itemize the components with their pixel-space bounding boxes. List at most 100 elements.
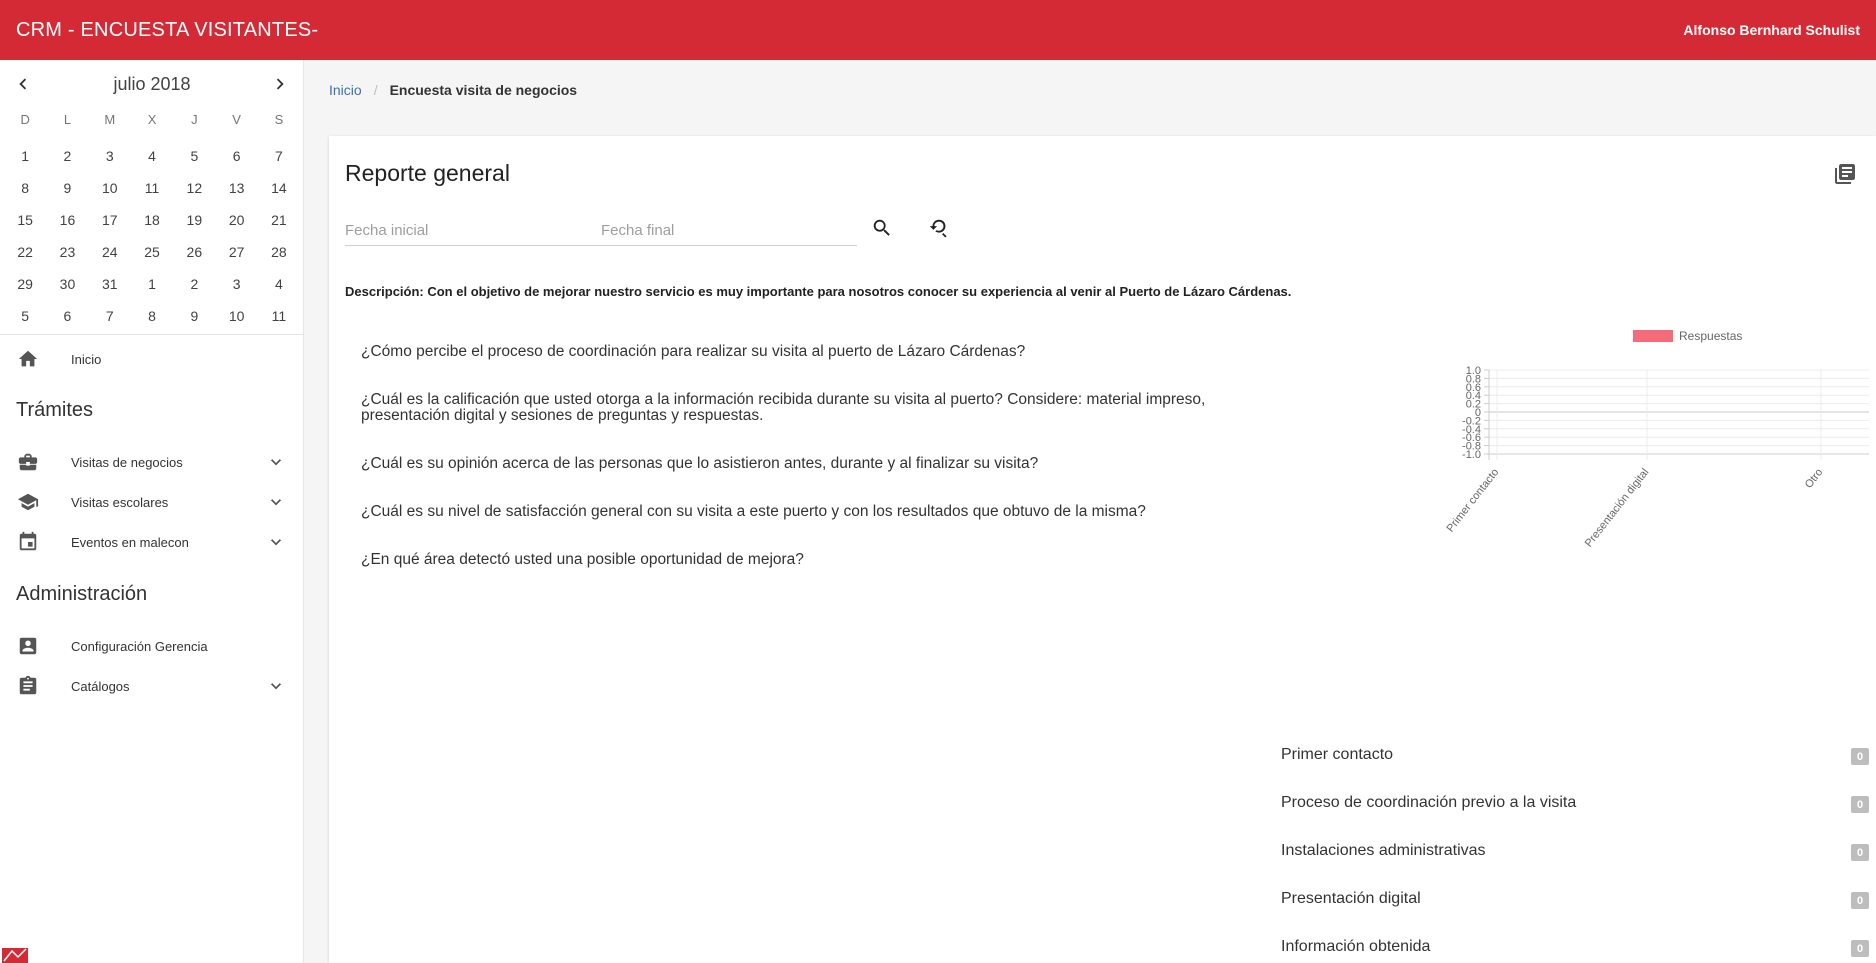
calendar-day[interactable]: 25 bbox=[131, 236, 173, 268]
chevron-down-icon bbox=[271, 459, 281, 466]
count-label: Proceso de coordinación previo a la visi… bbox=[1281, 794, 1577, 811]
home-icon bbox=[18, 350, 38, 367]
calendar-day[interactable]: 4 bbox=[258, 268, 300, 300]
calendar-day[interactable]: 2 bbox=[46, 140, 88, 172]
calendar-day[interactable]: 10 bbox=[89, 172, 131, 204]
app-title: CRM - ENCUESTA VISITANTES- bbox=[16, 18, 319, 41]
calendar-day[interactable]: 11 bbox=[258, 300, 300, 332]
calendar-day[interactable]: 21 bbox=[258, 204, 300, 236]
calendar-next-button[interactable] bbox=[266, 70, 294, 98]
count-row[interactable]: Proceso de coordinación previo a la visi… bbox=[1281, 784, 1869, 832]
chevron-down-icon bbox=[271, 499, 281, 506]
question-item: ¿Cómo percibe el proceso de coordinación… bbox=[361, 343, 1026, 360]
calendar-day[interactable]: 26 bbox=[173, 236, 215, 268]
breadcrumb-home-link[interactable]: Inicio bbox=[329, 82, 362, 98]
sidebar-item-visitas-negocios[interactable]: Visitas de negocios bbox=[0, 442, 304, 482]
calendar-day[interactable]: 28 bbox=[258, 236, 300, 268]
search-button[interactable] bbox=[868, 214, 896, 242]
calendar-day[interactable]: 7 bbox=[258, 140, 300, 172]
section-title-tramites: Trámites bbox=[16, 399, 94, 421]
calendar-day[interactable]: 1 bbox=[131, 268, 173, 300]
calendar-day[interactable]: 9 bbox=[173, 300, 215, 332]
calendar-day[interactable]: 5 bbox=[4, 300, 46, 332]
calendar-day[interactable]: 13 bbox=[215, 172, 257, 204]
end-date-input[interactable] bbox=[601, 210, 857, 245]
sidebar-item-eventos-malecon[interactable]: Eventos en malecon bbox=[0, 522, 304, 562]
count-label: Primer contacto bbox=[1281, 746, 1394, 763]
question-item: ¿En qué área detectó usted una posible o… bbox=[361, 551, 804, 568]
calendar-day[interactable]: 17 bbox=[89, 204, 131, 236]
calendar-day[interactable]: 6 bbox=[215, 140, 257, 172]
sidebar: julio 2018 D L M X J V S 1 2 3 4 5 6 7 8 9 10 11 12 13 14 15 1… bbox=[0, 60, 304, 963]
calendar-day[interactable]: 23 bbox=[46, 236, 88, 268]
calendar-day[interactable]: 9 bbox=[46, 172, 88, 204]
count-row[interactable]: Presentación digital 0 bbox=[1281, 880, 1869, 928]
calendar-day[interactable]: 27 bbox=[215, 236, 257, 268]
calendar-day[interactable]: 19 bbox=[173, 204, 215, 236]
count-label: Información obtenida bbox=[1281, 938, 1431, 955]
chevron-down-icon bbox=[271, 539, 281, 546]
sidebar-item-configuracion-gerencia[interactable]: Configuración Gerencia bbox=[0, 626, 304, 666]
calendar-prev-button[interactable] bbox=[9, 70, 37, 98]
legend-swatch bbox=[1633, 330, 1673, 342]
count-row[interactable]: Instalaciones administrativas 0 bbox=[1281, 832, 1869, 880]
calendar-day[interactable]: 18 bbox=[131, 204, 173, 236]
sidebar-item-catalogos[interactable]: Catálogos bbox=[0, 666, 304, 706]
count-row[interactable]: Información obtenida 0 bbox=[1281, 928, 1869, 963]
sidebar-item-label: Configuración Gerencia bbox=[71, 638, 208, 654]
calendar-day[interactable]: 2 bbox=[173, 268, 215, 300]
count-list: Primer contacto 0 Proceso de coordinació… bbox=[1281, 736, 1869, 963]
calendar-weekday: M bbox=[104, 111, 116, 127]
calendar-grid: D L M X J V S 1 2 3 4 5 6 7 8 9 10 11 12 13 14 15 16 17 18 19 20 21… bbox=[4, 108, 300, 332]
sidebar-item-label: Catálogos bbox=[71, 678, 130, 694]
calendar-day[interactable]: 3 bbox=[89, 140, 131, 172]
briefcase-icon bbox=[18, 453, 38, 471]
calendar-day[interactable]: 30 bbox=[46, 268, 88, 300]
calendar-day[interactable]: 11 bbox=[131, 172, 173, 204]
calendar-day[interactable]: 24 bbox=[89, 236, 131, 268]
calendar-day[interactable]: 22 bbox=[4, 236, 46, 268]
calendar-day[interactable]: 20 bbox=[215, 204, 257, 236]
calendar-day[interactable]: 5 bbox=[173, 140, 215, 172]
start-date-field bbox=[345, 210, 601, 246]
calendar-weekday: X bbox=[147, 111, 157, 127]
sidebar-item-label: Visitas de negocios bbox=[71, 454, 183, 470]
search-icon bbox=[873, 219, 890, 236]
chart-container: Respuestas 1.0 0.8 0.6 0.4 0.2 0 -0.2 -0.4 -0.6 -0… bbox=[1437, 324, 1876, 584]
calendar-day[interactable]: 8 bbox=[131, 300, 173, 332]
count-row[interactable]: Primer contacto 0 bbox=[1281, 736, 1869, 784]
calendar-day[interactable]: 12 bbox=[173, 172, 215, 204]
reset-search-button[interactable] bbox=[924, 214, 952, 242]
calendar-weekday: S bbox=[274, 111, 284, 127]
sidebar-item-label: Inicio bbox=[71, 351, 102, 367]
calendar-icon bbox=[19, 531, 37, 551]
search-reset-icon bbox=[929, 219, 947, 238]
calendar-day[interactable]: 14 bbox=[258, 172, 300, 204]
calendar-day[interactable]: 15 bbox=[4, 204, 46, 236]
calendar-day[interactable]: 8 bbox=[4, 172, 46, 204]
question-item: ¿Cuál es la calificación que usted otorg… bbox=[361, 391, 1206, 424]
sidebar-item-inicio[interactable]: Inicio bbox=[0, 339, 304, 379]
calendar-header: julio 2018 bbox=[0, 70, 304, 100]
clipboard-icon bbox=[19, 675, 37, 695]
report-card: Reporte general Descripción: Con el obje… bbox=[329, 136, 1876, 963]
calendar-day[interactable]: 4 bbox=[131, 140, 173, 172]
bar-chart: Respuestas1.00.80.60.40.20-0.2-0.4-0.6-0… bbox=[1444, 329, 1869, 550]
calendar-day[interactable]: 31 bbox=[89, 268, 131, 300]
calendar-day[interactable]: 10 bbox=[215, 300, 257, 332]
start-date-input[interactable] bbox=[345, 210, 601, 245]
count-badge: 0 bbox=[1851, 796, 1869, 813]
calendar-day[interactable]: 6 bbox=[46, 300, 88, 332]
calendar-day[interactable]: 3 bbox=[215, 268, 257, 300]
calendar-day[interactable]: 29 bbox=[4, 268, 46, 300]
calendar-day[interactable]: 1 bbox=[4, 140, 46, 172]
sidebar-item-visitas-escolares[interactable]: Visitas escolares bbox=[0, 482, 304, 522]
calendar-day[interactable]: 7 bbox=[89, 300, 131, 332]
calendar-day[interactable]: 16 bbox=[46, 204, 88, 236]
library-books-icon[interactable] bbox=[1833, 162, 1857, 186]
breadcrumb-current: Encuesta visita de negocios bbox=[389, 82, 578, 98]
count-badge: 0 bbox=[1851, 940, 1869, 957]
user-name[interactable]: Alfonso Bernhard Schulist bbox=[1683, 22, 1860, 38]
sidebar-item-label: Visitas escolares bbox=[71, 494, 169, 510]
calendar-weekday: J bbox=[191, 111, 198, 127]
